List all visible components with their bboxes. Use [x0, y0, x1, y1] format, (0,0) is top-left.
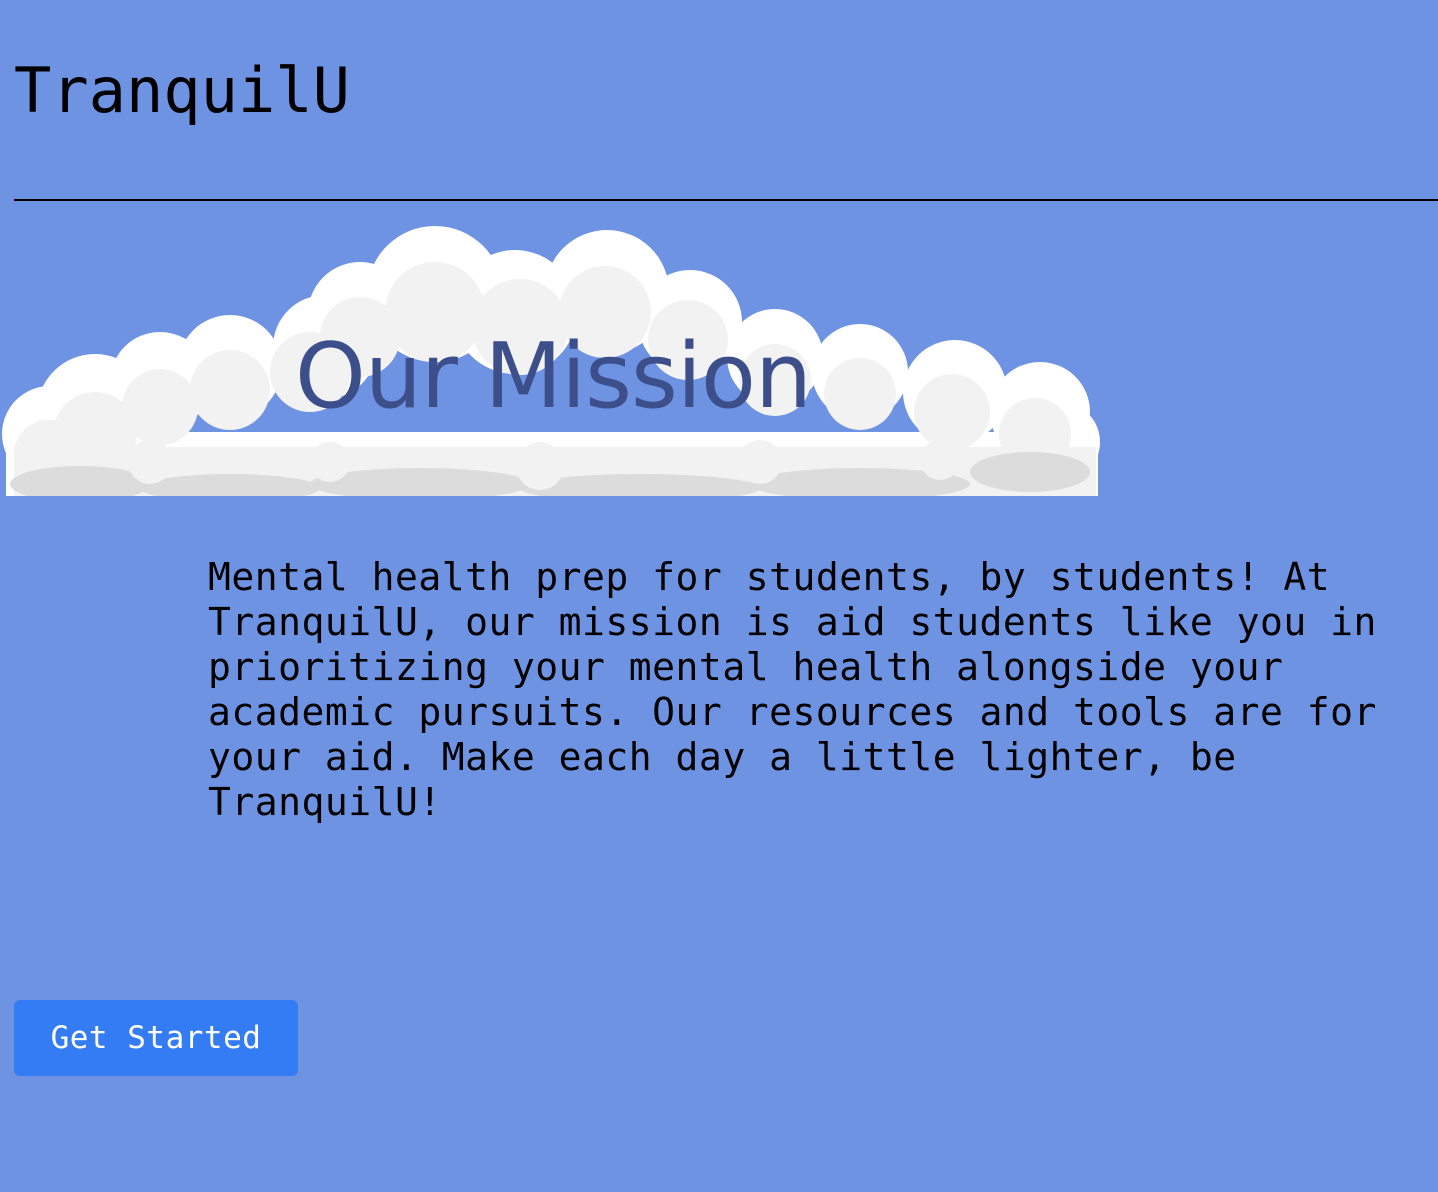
- header-divider: [14, 199, 1438, 201]
- mission-description: Mental health prep for students, by stud…: [208, 555, 1377, 824]
- site-title: TranquilU: [14, 54, 350, 127]
- get-started-button[interactable]: Get Started: [14, 1000, 298, 1076]
- mission-heading: Our Mission: [295, 324, 812, 429]
